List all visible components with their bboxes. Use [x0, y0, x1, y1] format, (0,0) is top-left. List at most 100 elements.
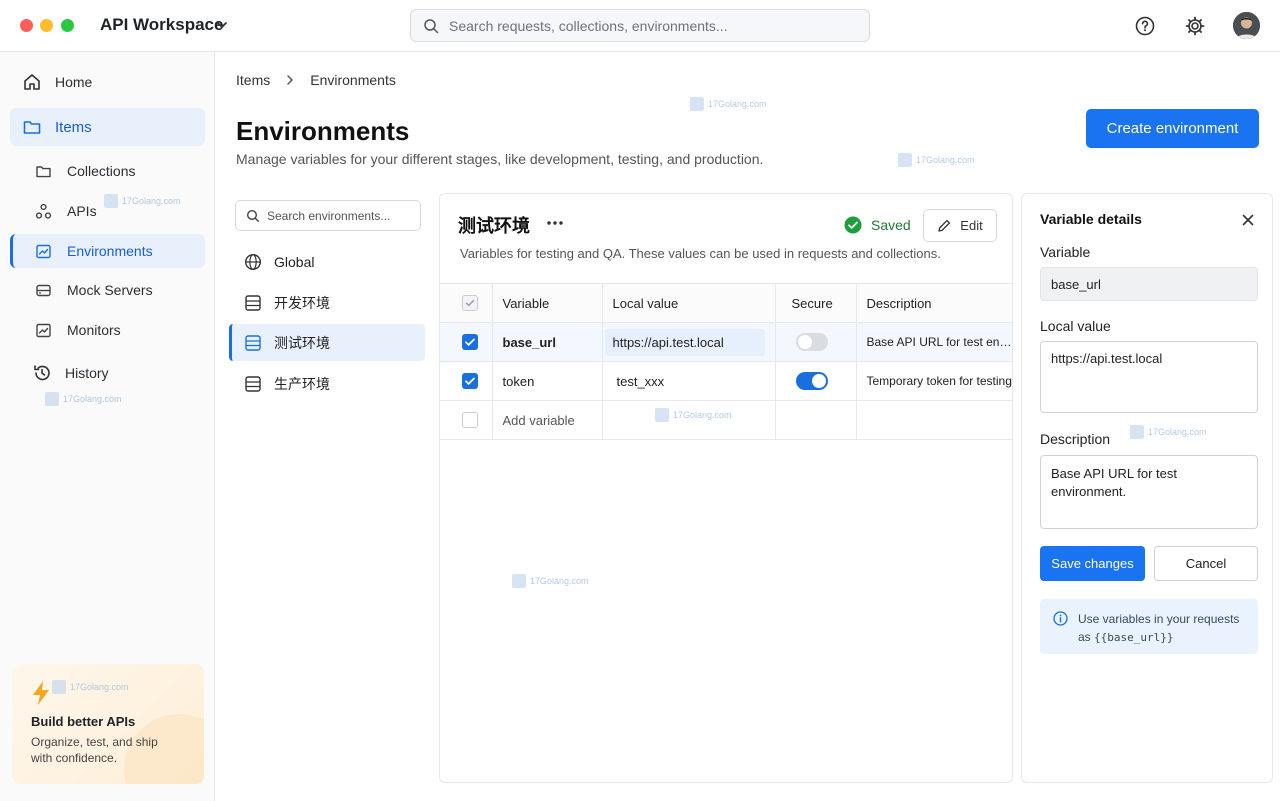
sidebar-item-mock-servers[interactable]: Mock Servers	[10, 273, 205, 307]
checkmark-icon	[465, 338, 475, 347]
watermark-text: 17Golang.com	[70, 682, 129, 692]
watermark-logo-icon	[52, 680, 66, 694]
sidebar-item-collections[interactable]: Collections	[10, 154, 205, 188]
sidebar-item-label: History	[65, 365, 109, 381]
window-close-button[interactable]	[20, 19, 33, 32]
globe-icon	[244, 253, 262, 270]
user-avatar[interactable]	[1233, 12, 1260, 39]
sidebar-item-environments[interactable]: Environments	[10, 234, 205, 268]
local-value-text[interactable]: https://api.test.local	[604, 328, 765, 356]
watermark: 17Golang.com	[1130, 425, 1207, 439]
environment-search[interactable]	[235, 200, 421, 231]
secure-toggle[interactable]	[795, 333, 828, 351]
avatar-portrait-icon	[1233, 12, 1260, 39]
local-value-cell[interactable]: https://api.test.local	[601, 322, 775, 362]
saved-status: Saved	[844, 216, 911, 234]
column-header-description[interactable]: Description	[855, 283, 1012, 323]
watermark-logo-icon	[45, 392, 59, 406]
column-header-variable[interactable]: Variable	[491, 283, 602, 323]
page-title: Environments	[236, 116, 410, 146]
watermark-text: 17Golang.com	[530, 576, 589, 586]
sidebar-item-items[interactable]: Items	[10, 108, 205, 146]
watermark: 17Golang.com	[512, 574, 589, 588]
row-checkbox[interactable]	[462, 334, 478, 351]
table-row[interactable]: base_url https://api.test.local Base API…	[440, 322, 1012, 362]
variable-name-field: base_url	[1040, 267, 1258, 301]
checkmark-icon	[465, 300, 475, 307]
sidebar-item-label: APIs	[67, 203, 97, 219]
chevron-down-icon[interactable]	[214, 17, 230, 33]
env-item-label: 生产环境	[274, 375, 330, 392]
chevron-right-icon	[287, 75, 293, 85]
environment-table-icon	[245, 334, 261, 351]
description-field[interactable]: Base API URL for test environment.	[1040, 455, 1258, 529]
variable-name-cell[interactable]: token	[491, 361, 602, 401]
column-header-secure[interactable]: Secure	[774, 283, 856, 323]
global-search-input[interactable]	[449, 10, 859, 41]
server-icon	[36, 284, 51, 296]
select-all-cell	[440, 283, 492, 323]
row-checkbox[interactable]	[462, 412, 478, 429]
sidebar-item-monitors[interactable]: Monitors	[10, 313, 205, 347]
row-checkbox-cell	[440, 361, 492, 401]
column-header-local-value[interactable]: Local value	[601, 283, 775, 323]
sidebar-item-home[interactable]: Home	[10, 63, 205, 101]
folder-icon	[23, 121, 41, 134]
row-checkbox[interactable]	[462, 373, 478, 390]
watermark-logo-icon	[104, 194, 118, 208]
env-item-global[interactable]: Global	[229, 243, 425, 280]
workspace-title[interactable]: API Workspace	[100, 15, 223, 35]
watermark: 17Golang.com	[45, 392, 122, 406]
env-item-label: 测试环境	[274, 334, 330, 351]
select-all-checkbox[interactable]	[462, 295, 478, 312]
sidebar-item-label: Collections	[67, 163, 136, 179]
promo-title: Build better APIs	[31, 714, 136, 729]
sidebar-item-label: Items	[55, 118, 92, 136]
watermark-logo-icon	[655, 408, 669, 422]
watermark-logo-icon	[512, 574, 526, 588]
environment-table-icon	[245, 294, 261, 311]
create-environment-button[interactable]: Create environment	[1086, 109, 1259, 148]
cancel-button[interactable]: Cancel	[1154, 546, 1258, 581]
table-row[interactable]: token test_xxx Temporary token for testi…	[440, 361, 1012, 401]
variable-label: Variable	[1040, 244, 1091, 260]
help-icon[interactable]	[1134, 15, 1156, 37]
more-options-icon[interactable]	[544, 212, 566, 234]
edit-label: Edit	[960, 218, 983, 233]
description-cell[interactable]	[855, 400, 1012, 440]
settings-gear-icon[interactable]	[1184, 15, 1206, 37]
monitor-chart-icon	[36, 323, 51, 337]
sidebar-item-history[interactable]: History	[10, 354, 205, 392]
sidebar-item-label: Environments	[67, 243, 153, 259]
window-zoom-button[interactable]	[61, 19, 74, 32]
sidebar-item-label: Monitors	[67, 322, 121, 338]
description-cell[interactable]: Base API URL for test environment.	[855, 322, 1012, 362]
edit-environment-button[interactable]: Edit	[923, 209, 997, 242]
secure-toggle[interactable]	[795, 372, 828, 390]
promo-text: Organize, test, and ship with confidence…	[31, 735, 158, 765]
watermark: 17Golang.com	[655, 408, 732, 422]
breadcrumb-items-link[interactable]: Items	[236, 72, 270, 88]
env-item-dev[interactable]: 开发环境	[229, 284, 425, 321]
environment-search-input[interactable]	[267, 201, 417, 230]
close-icon[interactable]	[1240, 212, 1256, 228]
add-variable-input[interactable]: Add variable	[491, 400, 602, 440]
secure-cell	[774, 322, 856, 362]
search-icon	[246, 209, 259, 222]
hint-text: Use variables in your requests as {{base…	[1078, 610, 1248, 647]
top-bar: API Workspace	[0, 0, 1280, 52]
save-changes-button[interactable]: Save changes	[1040, 546, 1145, 581]
details-title: Variable details	[1040, 211, 1142, 227]
environment-description: Variables for testing and QA. These valu…	[460, 246, 941, 261]
local-value-cell[interactable]: test_xxx	[601, 361, 775, 401]
variable-name-cell[interactable]: base_url	[491, 322, 602, 362]
description-cell[interactable]: Temporary token for testing	[855, 361, 1012, 401]
pencil-icon	[938, 219, 951, 232]
local-value-field[interactable]: https://api.test.local	[1040, 341, 1258, 413]
environment-chart-icon	[36, 244, 51, 258]
env-item-test[interactable]: 测试环境	[229, 324, 425, 361]
env-item-prod[interactable]: 生产环境	[229, 365, 425, 402]
window-minimize-button[interactable]	[40, 19, 53, 32]
global-search[interactable]	[410, 9, 870, 42]
info-icon	[1053, 611, 1068, 626]
